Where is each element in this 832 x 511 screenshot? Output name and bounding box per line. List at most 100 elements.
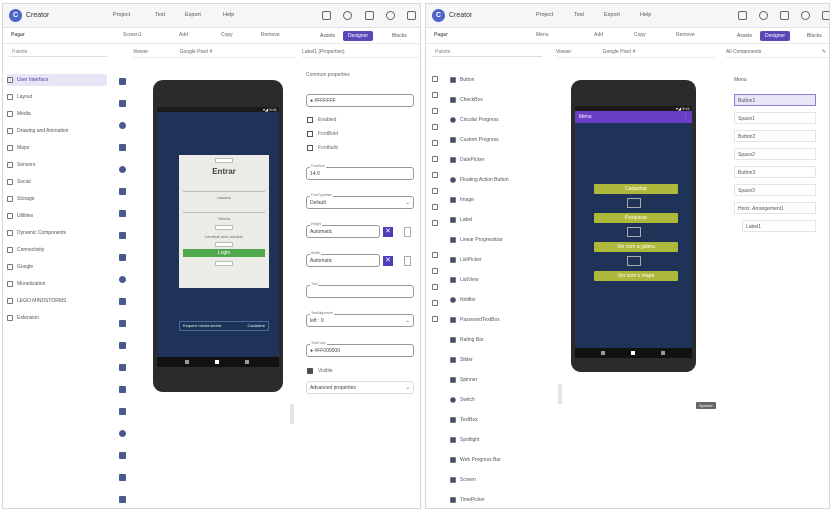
tree-item-button3[interactable]: Button3 bbox=[734, 166, 816, 178]
device-select[interactable]: Google Pixel 4 bbox=[180, 49, 213, 55]
user-field[interactable] bbox=[183, 186, 265, 192]
tree-item-menu[interactable]: Menu bbox=[731, 74, 747, 86]
menu-test[interactable]: Test bbox=[574, 12, 584, 18]
lego-icon[interactable] bbox=[432, 300, 438, 306]
palette-item-timepicker[interactable]: TimePicker bbox=[450, 494, 485, 506]
password-icon[interactable] bbox=[119, 298, 126, 305]
palette-item-listview[interactable]: ListView bbox=[450, 274, 479, 286]
galera-button[interactable]: Ver com a galera bbox=[594, 242, 678, 252]
palette-item-datepicker[interactable]: DatePicker bbox=[450, 154, 484, 166]
tree-item-horizontal-arrangement[interactable]: Horiz. Arrangement1 bbox=[734, 202, 816, 214]
background-color-field[interactable]: ● #FFFFFF bbox=[306, 94, 414, 107]
palette-item-image[interactable]: Image bbox=[450, 194, 474, 206]
button-icon[interactable] bbox=[119, 78, 126, 85]
timepicker-icon[interactable] bbox=[119, 496, 126, 503]
web-progress-icon[interactable] bbox=[119, 452, 126, 459]
screen-icon[interactable] bbox=[119, 474, 126, 481]
menu-help[interactable]: Help bbox=[223, 12, 234, 18]
width-edit-icon[interactable]: ✕ bbox=[383, 256, 393, 266]
remove-screen-button[interactable]: Remove bbox=[261, 32, 280, 38]
fontsize-field[interactable]: FontSize 14.0 bbox=[306, 164, 414, 180]
blocks-button[interactable]: Blocks bbox=[387, 31, 412, 41]
tree-item-space1[interactable]: Space1 bbox=[734, 112, 816, 124]
layout-icon[interactable] bbox=[432, 92, 438, 98]
viewer-scrollbar[interactable] bbox=[290, 404, 294, 424]
palette-category-google[interactable]: Google bbox=[7, 261, 33, 273]
undo-icon[interactable] bbox=[738, 11, 747, 20]
blocks-button[interactable]: Blocks bbox=[802, 31, 827, 41]
copy-screen-button[interactable]: Copy bbox=[221, 32, 233, 38]
image-icon[interactable] bbox=[119, 188, 126, 195]
account-icon[interactable] bbox=[407, 11, 416, 20]
assets-button[interactable]: Assets bbox=[732, 31, 757, 41]
screen-select[interactable]: Menu bbox=[536, 32, 549, 38]
palette-category-dynamic[interactable]: Dynamic Components bbox=[7, 227, 66, 239]
palette-item-spotlight[interactable]: Spotlight bbox=[450, 434, 479, 446]
enabled-checkbox[interactable] bbox=[307, 117, 313, 123]
slider-icon[interactable] bbox=[119, 342, 126, 349]
linear-progress-icon[interactable] bbox=[119, 232, 126, 239]
menu-export[interactable]: Export bbox=[185, 12, 201, 18]
palette-item-passwordtextbox[interactable]: PasswordTextBox bbox=[450, 314, 500, 326]
fontbold-checkbox[interactable] bbox=[307, 131, 313, 137]
tree-item-space3[interactable]: Space3 bbox=[734, 184, 816, 196]
palette-item-checkbox[interactable]: CheckBox bbox=[450, 94, 483, 106]
add-screen-button[interactable]: Add bbox=[594, 32, 603, 38]
social-icon[interactable] bbox=[432, 172, 438, 178]
cadastrar-button[interactable]: Cadastrar bbox=[594, 184, 678, 194]
tree-item-button2[interactable]: Button2 bbox=[734, 130, 816, 142]
palette-item-web-progress-bar[interactable]: Web Progress Bar bbox=[450, 454, 501, 466]
password-field[interactable] bbox=[183, 207, 265, 213]
palette-category-maps[interactable]: Maps bbox=[7, 142, 29, 154]
menu-project[interactable]: Project bbox=[536, 12, 553, 18]
palette-item-rating-bar[interactable]: Rating Bar bbox=[450, 334, 484, 346]
palette-item-notifier[interactable]: Notifier bbox=[450, 294, 476, 306]
width-unit-icon[interactable] bbox=[404, 256, 411, 266]
advanced-properties-toggle[interactable]: Advanced properties ⌄ bbox=[306, 381, 414, 394]
viewer-scrollbar[interactable] bbox=[558, 384, 562, 404]
settings-icon[interactable] bbox=[801, 11, 810, 20]
device-select[interactable]: Google Pixel 4 bbox=[603, 49, 636, 55]
palette-item-custom-progress[interactable]: Custom Progress bbox=[450, 134, 499, 146]
sensors-icon[interactable] bbox=[432, 156, 438, 162]
designer-button[interactable]: Designer bbox=[760, 31, 791, 41]
palette-category-storage[interactable]: Storage bbox=[7, 193, 35, 205]
forgot-password-link[interactable]: Esqueci minha senha bbox=[183, 322, 221, 330]
account-icon[interactable] bbox=[822, 11, 829, 20]
tutorial-icon[interactable] bbox=[365, 11, 374, 20]
pesquisar-button[interactable]: Pesquisar bbox=[594, 213, 678, 223]
palette-category-layout[interactable]: Layout bbox=[7, 91, 32, 103]
progress-icon[interactable] bbox=[119, 122, 126, 129]
palette-category-social[interactable]: Social bbox=[7, 176, 31, 188]
palette-category-lego[interactable]: LEGO MINDSTORMS bbox=[7, 295, 66, 307]
register-link[interactable]: Cadastrar bbox=[247, 322, 265, 330]
add-screen-button[interactable]: Add bbox=[179, 32, 188, 38]
assets-button[interactable]: Assets bbox=[315, 31, 340, 41]
settings-icon[interactable] bbox=[386, 11, 395, 20]
drawing-icon[interactable] bbox=[432, 124, 438, 130]
height-edit-icon[interactable]: ✕ bbox=[383, 227, 393, 237]
switch-icon[interactable] bbox=[119, 386, 126, 393]
listpicker-icon[interactable] bbox=[119, 254, 126, 261]
dynamic-icon[interactable] bbox=[432, 220, 438, 226]
palette-category-media[interactable]: Media bbox=[7, 108, 31, 120]
edit-icon[interactable]: ✎ bbox=[822, 46, 826, 58]
remember-checkbox[interactable] bbox=[215, 225, 233, 230]
palette-item-fab[interactable]: Floating Action Button bbox=[450, 174, 509, 186]
fab-icon[interactable] bbox=[119, 166, 126, 173]
palette-item-slider[interactable]: Slider bbox=[450, 354, 473, 366]
tree-item-label1[interactable]: Label1 bbox=[742, 220, 816, 232]
connectivity-icon[interactable] bbox=[432, 252, 438, 258]
palette-item-switch[interactable]: Switch bbox=[450, 394, 475, 406]
monetization-icon[interactable] bbox=[432, 284, 438, 290]
palette-category-user-interface[interactable]: User Interface bbox=[7, 74, 107, 86]
rating-icon[interactable] bbox=[119, 320, 126, 327]
spotlight-icon[interactable] bbox=[119, 430, 126, 437]
tree-item-space2[interactable]: Space2 bbox=[734, 148, 816, 160]
fontitalic-checkbox[interactable] bbox=[307, 145, 313, 151]
gallery-icon[interactable] bbox=[759, 11, 768, 20]
storage-icon[interactable] bbox=[432, 188, 438, 194]
palette-item-listpicker[interactable]: ListPicker bbox=[450, 254, 482, 266]
checkbox-icon[interactable] bbox=[119, 100, 126, 107]
text-field[interactable]: Text bbox=[306, 282, 414, 298]
